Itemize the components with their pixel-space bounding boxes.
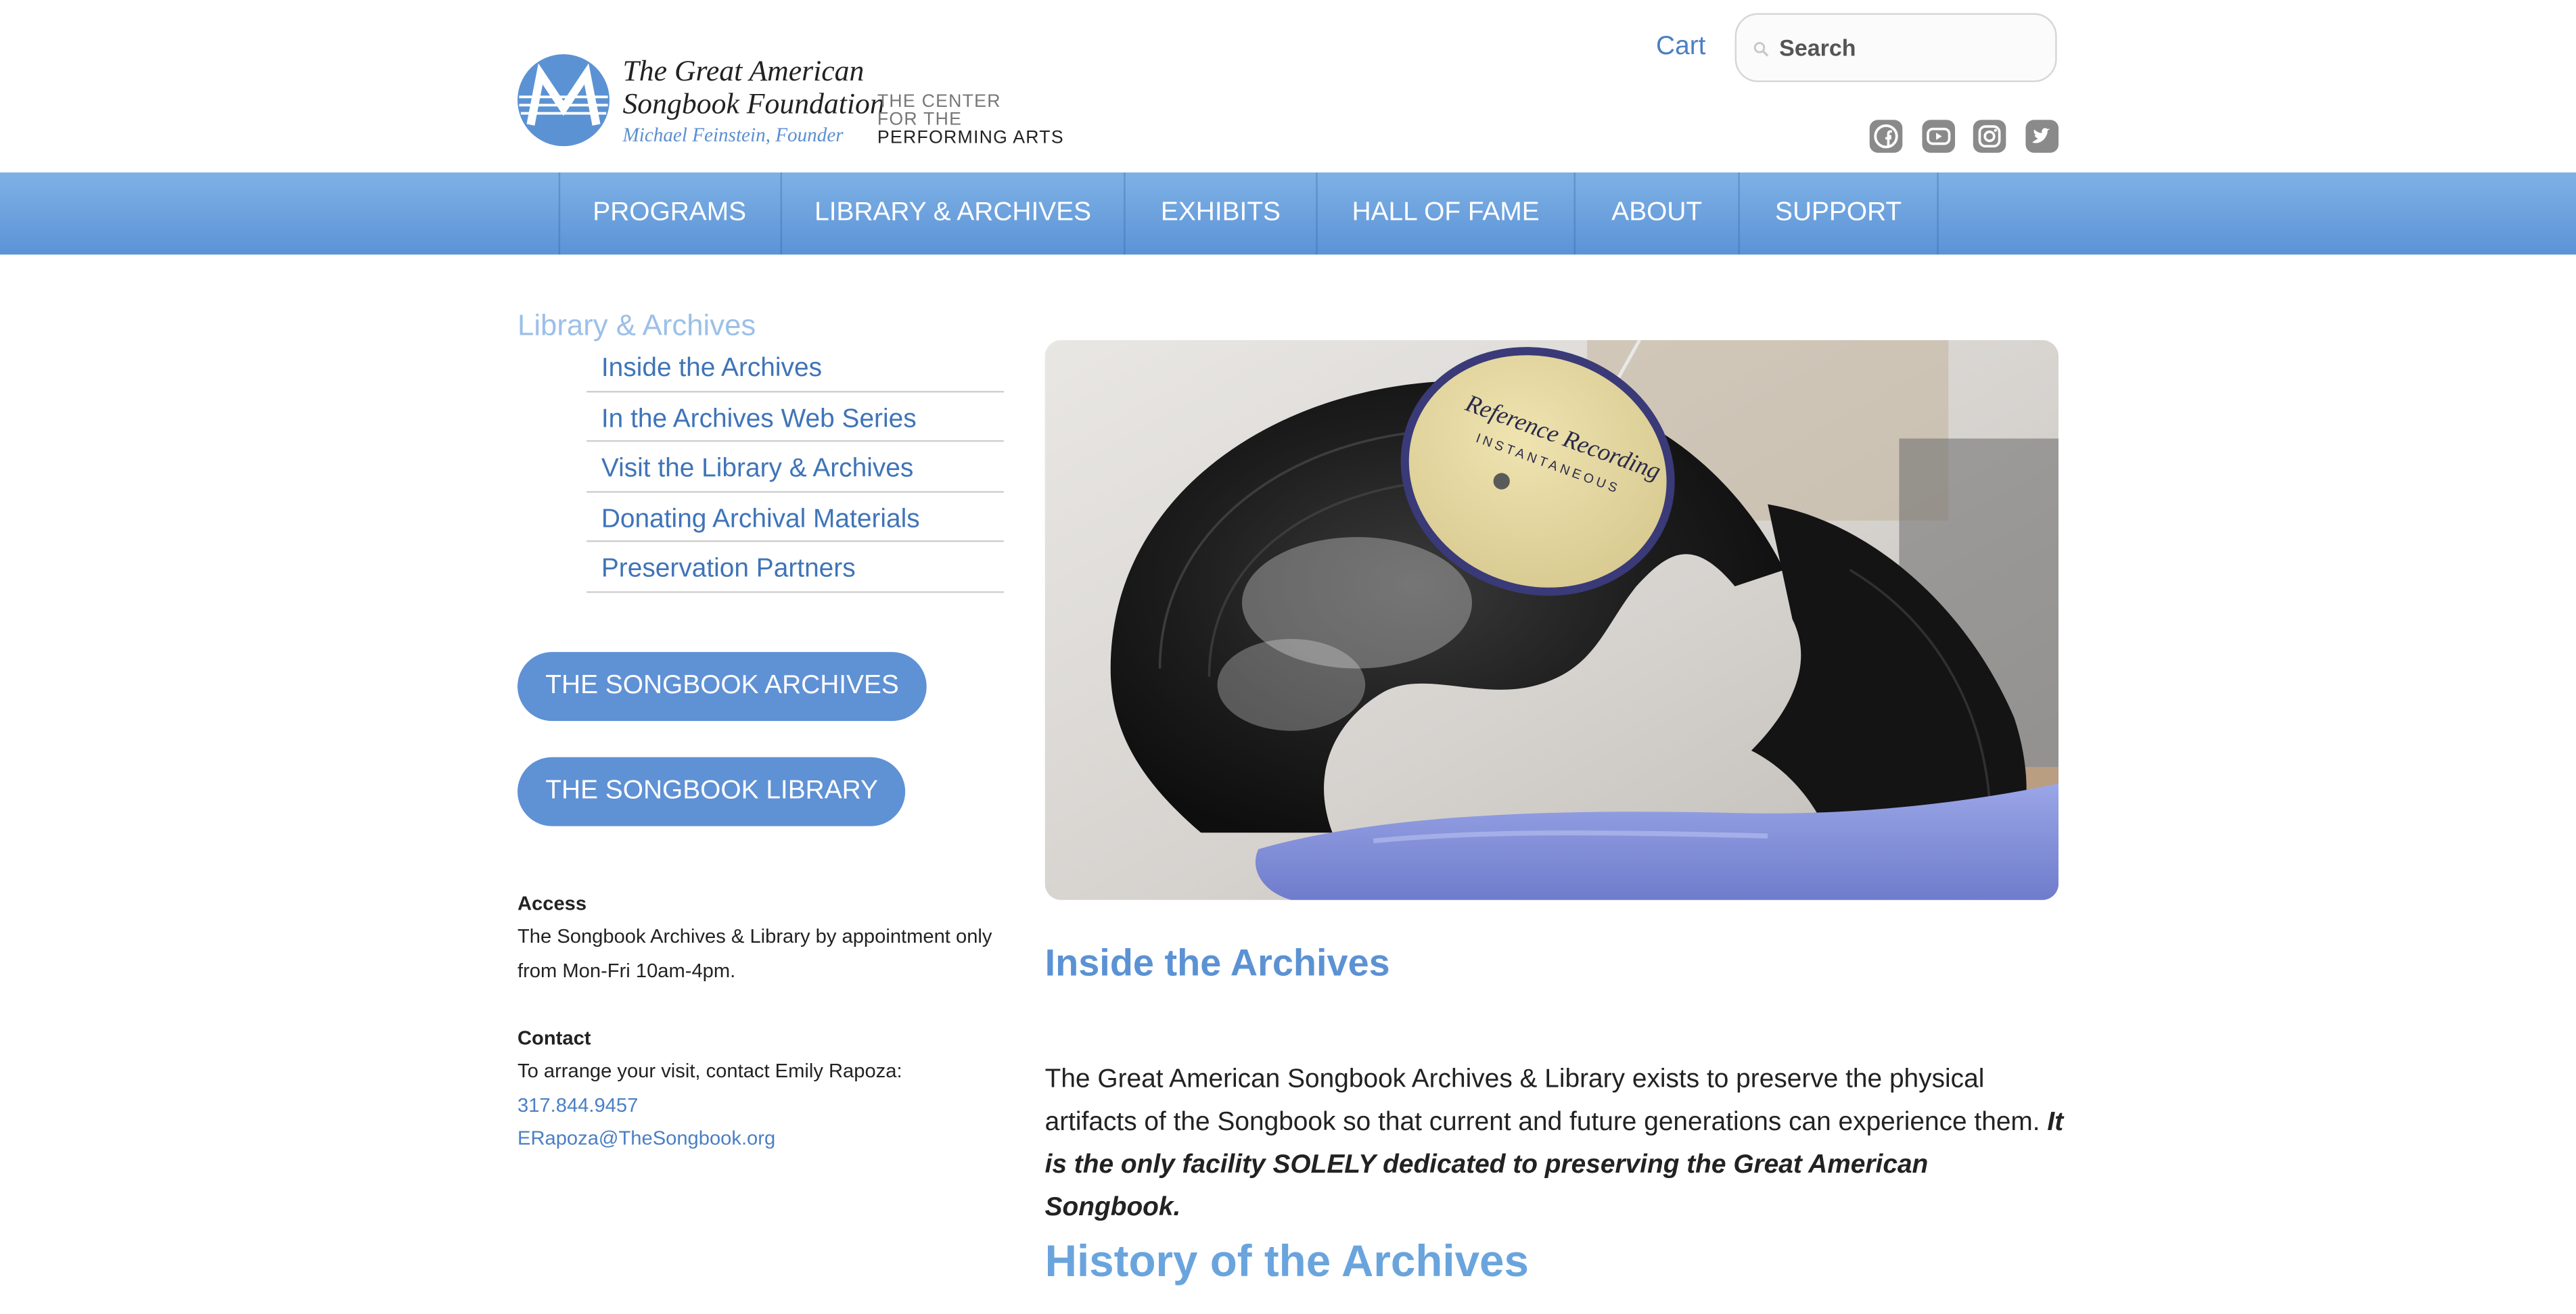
sidebar-link[interactable]: In the Archives Web Series xyxy=(586,392,1004,434)
songbook-library-button[interactable]: THE SONGBOOK LIBRARY xyxy=(518,757,906,826)
sidebar-link[interactable]: Inside the Archives xyxy=(586,342,1004,384)
nav-item-hall-of-fame[interactable]: HALL OF FAME xyxy=(1318,172,1574,254)
nav-item-exhibits[interactable]: EXHIBITS xyxy=(1126,172,1316,254)
sidebar-item-visit: Visit the Library & Archives xyxy=(586,442,1004,492)
record-photo: Reference Recording INSTANTANEOUS xyxy=(1044,339,2059,900)
nav-item-library-archives[interactable]: LIBRARY & ARCHIVES xyxy=(782,172,1124,254)
sidebar-item-web-series: In the Archives Web Series xyxy=(586,392,1004,442)
access-label: Access xyxy=(518,891,587,915)
logo-title: The Great American Songbook Foundation xyxy=(622,54,885,120)
search-input[interactable] xyxy=(1779,29,2042,66)
main-nav: PROGRAMS LIBRARY & ARCHIVES EXHIBITS HAL… xyxy=(0,172,2576,255)
logo-founder: Michael Feinstein, Founder xyxy=(622,123,844,147)
sidebar-heading[interactable]: Library & Archives xyxy=(518,309,756,344)
logo-center-line2: FOR THE xyxy=(877,110,963,130)
access-text: The Songbook Archives & Library by appoi… xyxy=(518,924,992,982)
logo-center-line1: THE CENTER xyxy=(877,92,1001,112)
sidebar-subnav: Inside the Archives In the Archives Web … xyxy=(586,342,1004,592)
nav-divider xyxy=(1937,172,1939,255)
search-icon xyxy=(1753,42,1769,57)
section-heading-history: History of the Archives xyxy=(1044,1236,1530,1286)
nav-item-programs[interactable]: PROGRAMS xyxy=(559,172,781,254)
cart-link[interactable]: Cart xyxy=(1656,33,1705,63)
songbook-logo-icon xyxy=(518,54,610,147)
contact-phone-link[interactable]: 317.844.9457 xyxy=(518,1094,638,1117)
sidebar-link[interactable]: Visit the Library & Archives xyxy=(586,442,1004,484)
instagram-icon[interactable] xyxy=(1971,118,2007,154)
contact-text: To arrange your visit, contact Emily Rap… xyxy=(518,1059,902,1083)
sidebar-item-donating: Donating Archival Materials xyxy=(586,492,1004,542)
contact-email-link[interactable]: ERapoza@TheSongbook.org xyxy=(518,1127,775,1150)
logo-center-line3: PERFORMING ARTS xyxy=(877,128,1064,148)
sidebar-link[interactable]: Donating Archival Materials xyxy=(586,492,1004,534)
sidebar-item-inside-archives: Inside the Archives xyxy=(586,342,1004,392)
sidebar-link[interactable]: Preservation Partners xyxy=(586,542,1004,584)
nav-item-support[interactable]: SUPPORT xyxy=(1740,172,1937,254)
logo-center-text: THE CENTER FOR THE PERFORMING ARTS xyxy=(877,93,1064,147)
contact-label: Contact xyxy=(518,1026,591,1050)
youtube-icon[interactable] xyxy=(1920,118,1956,154)
page: The Great American Songbook Foundation M… xyxy=(0,0,2576,1314)
twitter-icon[interactable] xyxy=(2024,118,2060,154)
facebook-icon[interactable] xyxy=(1868,118,1904,154)
songbook-archives-button[interactable]: THE SONGBOOK ARCHIVES xyxy=(518,652,927,722)
page-title: Inside the Archives xyxy=(1044,941,1390,984)
intro-text: The Great American Songbook Archives & L… xyxy=(1044,1066,2040,1137)
site-logo[interactable]: The Great American Songbook Foundation M… xyxy=(516,49,1075,154)
sidebar-item-preservation: Preservation Partners xyxy=(586,542,1004,592)
intro-paragraph: The Great American Songbook Archives & L… xyxy=(1045,1059,2064,1230)
nav-item-about[interactable]: ABOUT xyxy=(1576,172,1738,254)
hero-image: Reference Recording INSTANTANEOUS xyxy=(1044,339,2059,900)
search-box[interactable] xyxy=(1734,13,2057,83)
